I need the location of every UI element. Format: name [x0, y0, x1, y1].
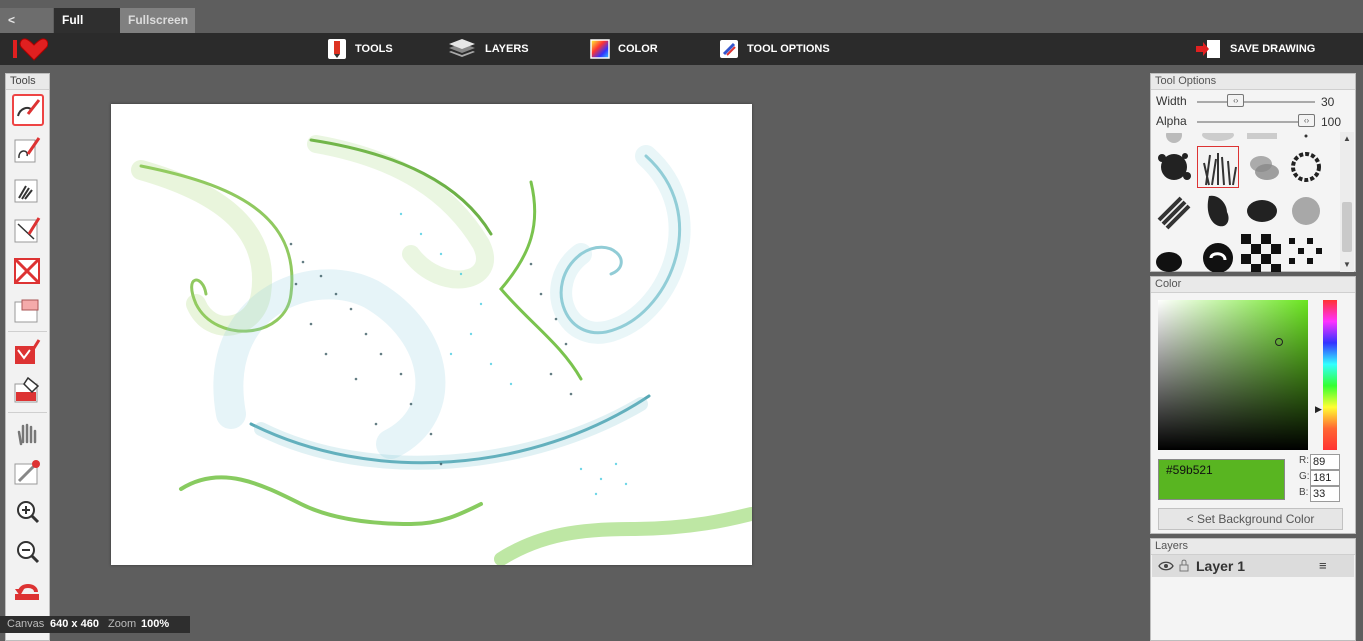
- eyedropper-tool[interactable]: [12, 456, 44, 488]
- b-input[interactable]: 33: [1310, 486, 1340, 502]
- hand-tool[interactable]: [12, 418, 44, 450]
- brush-partial[interactable]: [1241, 132, 1283, 144]
- alpha-label: Alpha: [1156, 114, 1187, 128]
- toolbar-tools-label: TOOLS: [355, 43, 393, 55]
- toolbar-layers[interactable]: LAYERS: [447, 33, 529, 65]
- r-input[interactable]: 89: [1310, 454, 1340, 470]
- toolbar-tool-options[interactable]: TOOL OPTIONS: [719, 33, 830, 65]
- brush-wreath[interactable]: [1285, 146, 1327, 188]
- spray-tool[interactable]: [12, 174, 44, 206]
- hex-value[interactable]: #59b521: [1166, 463, 1213, 477]
- set-background-color-button[interactable]: < Set Background Color: [1158, 508, 1343, 530]
- width-value: 30: [1321, 95, 1335, 109]
- g-label: G:: [1299, 471, 1310, 482]
- brush-dots[interactable]: [1285, 234, 1327, 272]
- eye-icon[interactable]: [1158, 561, 1174, 571]
- width-label: Width: [1156, 94, 1187, 108]
- tool-options-panel: Tool Options Width ‹› 30 Alpha ‹› 100 ▲ …: [1150, 73, 1356, 272]
- scroll-down-icon[interactable]: ▼: [1343, 260, 1351, 269]
- scroll-thumb[interactable]: [1342, 202, 1352, 252]
- hue-arrow-icon[interactable]: ▶: [1315, 404, 1322, 415]
- toolbar-tool-options-label: TOOL OPTIONS: [747, 43, 830, 55]
- layer-name[interactable]: Layer 1: [1196, 558, 1245, 574]
- paint-bucket-tool[interactable]: [12, 374, 44, 406]
- tool-options-icon: [720, 40, 738, 58]
- status-bar: Canvas 640 x 460 Zoom 100%: [0, 616, 190, 633]
- brush-checker[interactable]: [1241, 234, 1283, 272]
- brush-partial[interactable]: [1285, 132, 1327, 144]
- brush-splatter[interactable]: [1153, 146, 1195, 188]
- tools-divider: [8, 412, 47, 413]
- color-panel-title: Color: [1151, 277, 1355, 293]
- drawing-canvas[interactable]: [111, 104, 752, 565]
- layers-icon: [449, 39, 475, 57]
- zoom-label: Zoom: [108, 618, 137, 630]
- save-drawing-button[interactable]: SAVE DRAWING: [1194, 33, 1315, 65]
- undo-tool[interactable]: [12, 576, 44, 608]
- color-picker-cursor[interactable]: [1275, 338, 1283, 346]
- brush-partial[interactable]: [1197, 132, 1239, 144]
- tools-panel-title: Tools: [6, 74, 49, 90]
- menu-icon[interactable]: ≡: [1319, 558, 1327, 573]
- brush-blot[interactable]: [1197, 190, 1239, 232]
- heart-logo-icon[interactable]: [12, 36, 48, 62]
- eraser-tool[interactable]: [12, 294, 44, 326]
- zoom-out-tool[interactable]: [12, 536, 44, 568]
- line-tool[interactable]: [12, 214, 44, 246]
- alpha-row: Alpha ‹› 100: [1151, 110, 1355, 130]
- brush-charcoal[interactable]: [1241, 190, 1283, 232]
- alpha-value: 100: [1321, 115, 1342, 129]
- b-label: B:: [1299, 487, 1309, 498]
- canvas-artwork: [131, 135, 752, 565]
- brush-swirl[interactable]: [1197, 234, 1239, 272]
- color-panel: Color ▶ #59b521 R: 89 G: 181 B: 33 < Set…: [1150, 276, 1356, 534]
- width-slider-track[interactable]: [1197, 101, 1315, 103]
- alpha-slider-thumb[interactable]: ‹›: [1298, 114, 1315, 127]
- scroll-up-icon[interactable]: ▲: [1343, 134, 1351, 143]
- brush-hatch[interactable]: [1153, 190, 1195, 232]
- pencil-icon: [328, 39, 346, 59]
- saturation-value-picker[interactable]: [1158, 300, 1308, 450]
- brush-tool[interactable]: [12, 94, 44, 126]
- save-drawing-label: SAVE DRAWING: [1230, 43, 1316, 55]
- brush-partial[interactable]: [1153, 132, 1195, 144]
- layer-row[interactable]: Layer 1 ≡: [1152, 555, 1354, 577]
- canvas-label: Canvas: [7, 618, 45, 630]
- width-row: Width ‹› 30: [1151, 90, 1355, 110]
- color-icon: [590, 39, 610, 59]
- fill-rect-tool[interactable]: [12, 336, 44, 368]
- current-color-swatch: #59b521: [1158, 459, 1285, 500]
- zoom-in-tool[interactable]: [12, 496, 44, 528]
- hue-slider[interactable]: [1323, 300, 1337, 450]
- brush-grid: [1153, 132, 1338, 272]
- tool-options-title: Tool Options: [1151, 74, 1355, 90]
- brush-soft[interactable]: [1153, 234, 1195, 272]
- lock-icon[interactable]: [1179, 559, 1189, 572]
- back-link[interactable]: < Back: [0, 8, 53, 52]
- clear-tool[interactable]: [12, 254, 44, 286]
- toolbar-layers-label: LAYERS: [485, 43, 529, 55]
- width-slider-thumb[interactable]: ‹›: [1227, 94, 1245, 107]
- freehand-tool[interactable]: [12, 134, 44, 166]
- toolbar-color-label: COLOR: [618, 43, 658, 55]
- tab-full-view[interactable]: Full view: [54, 8, 120, 52]
- brush-scrollbar[interactable]: ▲ ▼: [1340, 132, 1354, 272]
- save-icon: [1196, 40, 1220, 58]
- g-input[interactable]: 181: [1310, 470, 1340, 486]
- tools-divider: [8, 331, 47, 332]
- brush-sponge[interactable]: [1285, 190, 1327, 232]
- brush-cloud[interactable]: [1241, 146, 1283, 188]
- layers-panel-title: Layers: [1151, 539, 1355, 555]
- main-toolbar: TOOLS LAYERS COLOR TOOL OPTIONS SAVE DRA…: [0, 33, 1363, 65]
- zoom-value: 100%: [141, 618, 170, 630]
- toolbar-tools[interactable]: TOOLS: [327, 33, 393, 65]
- toolbar-color[interactable]: COLOR: [590, 33, 658, 65]
- canvas-size: 640 x 460: [50, 618, 99, 630]
- brush-grass[interactable]: [1197, 146, 1239, 188]
- tab-fullscreen[interactable]: Fullscreen: [120, 8, 195, 33]
- r-label: R:: [1299, 455, 1309, 466]
- layers-panel: Layers Layer 1 ≡: [1150, 538, 1356, 641]
- tools-panel: Tools: [5, 73, 50, 641]
- top-nav: < Back Full view Fullscreen: [0, 0, 1363, 52]
